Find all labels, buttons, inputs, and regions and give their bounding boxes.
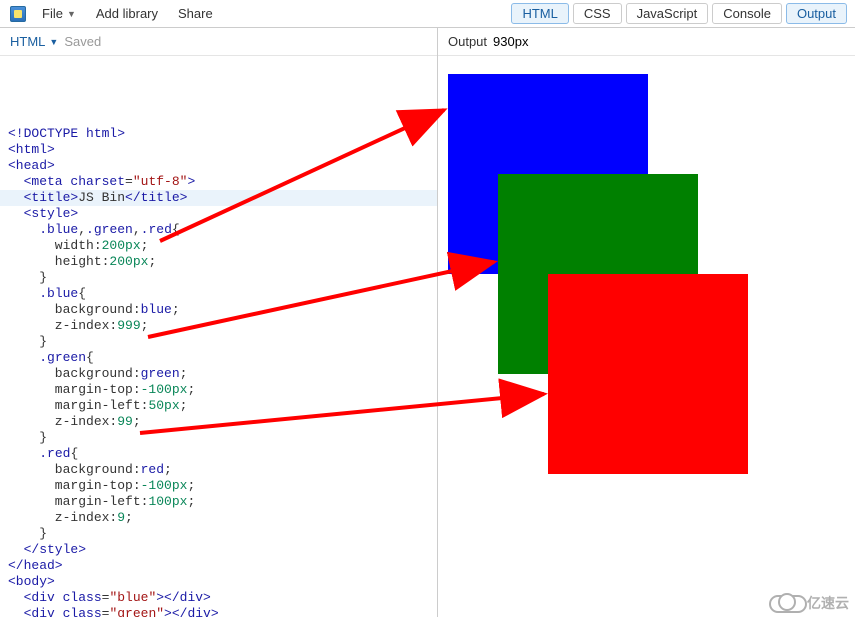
- caret-down-icon: ▼: [49, 37, 58, 47]
- code-editor[interactable]: <!DOCTYPE html> <html> <head> <meta char…: [0, 56, 437, 617]
- code-lines: <!DOCTYPE html> <html> <head> <meta char…: [8, 110, 429, 617]
- topbar-left: File ▼ Add library Share: [0, 0, 223, 27]
- output-pane-header: Output 930px: [438, 28, 855, 56]
- panel-toggle-html[interactable]: HTML: [511, 3, 568, 24]
- add-library-label: Add library: [96, 6, 158, 21]
- output-pane: Output 930px: [438, 28, 855, 617]
- panel-toggles: HTML CSS JavaScript Console Output: [509, 0, 855, 27]
- code-pane-header: HTML ▼ Saved: [0, 28, 437, 56]
- panel-toggle-css[interactable]: CSS: [573, 3, 622, 24]
- code-pane: HTML ▼ Saved <!DOCTYPE html> <html> <hea…: [0, 28, 438, 617]
- share-menu[interactable]: Share: [168, 6, 223, 21]
- panel-toggle-js[interactable]: JavaScript: [626, 3, 709, 24]
- file-menu[interactable]: File ▼: [32, 6, 86, 21]
- cloud-icon: [769, 593, 803, 613]
- output-size: 930px: [493, 34, 528, 49]
- output-canvas: [438, 56, 855, 617]
- code-save-status: Saved: [64, 34, 101, 49]
- panel-toggle-output[interactable]: Output: [786, 3, 847, 24]
- code-language-dropdown[interactable]: HTML ▼: [10, 34, 58, 49]
- panel-toggle-console[interactable]: Console: [712, 3, 782, 24]
- share-label: Share: [178, 6, 213, 21]
- watermark: 亿速云: [769, 593, 849, 613]
- add-library-menu[interactable]: Add library: [86, 6, 168, 21]
- red-square: [548, 274, 748, 474]
- topbar: File ▼ Add library Share HTML CSS JavaSc…: [0, 0, 855, 28]
- workspace: HTML ▼ Saved <!DOCTYPE html> <html> <hea…: [0, 28, 855, 617]
- code-language-label: HTML: [10, 34, 45, 49]
- jsbin-logo-icon[interactable]: [10, 6, 26, 22]
- caret-down-icon: ▼: [67, 9, 76, 19]
- watermark-text: 亿速云: [807, 593, 849, 613]
- file-menu-label: File: [42, 6, 63, 21]
- output-label: Output: [448, 34, 487, 49]
